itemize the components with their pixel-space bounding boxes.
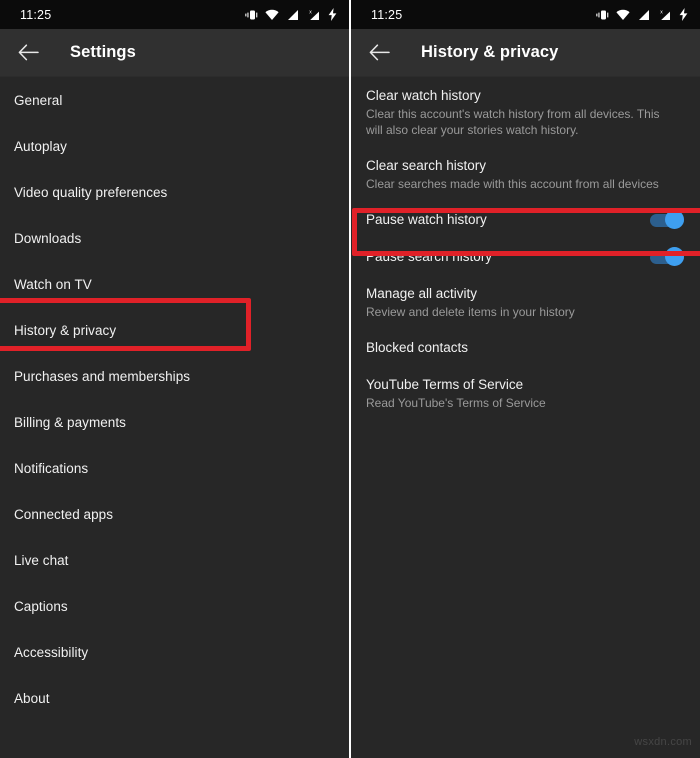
pref-text-block: Clear watch history Clear this account's …	[366, 86, 666, 138]
pref-row-pause-search-history[interactable]: Pause search history	[351, 238, 700, 275]
pref-text-block: Blocked contacts	[366, 338, 468, 357]
settings-nav-list: General Autoplay Video quality preferences…	[0, 77, 349, 721]
back-arrow-icon[interactable]	[16, 41, 40, 65]
pref-text-block: Clear search history Clear searches made …	[366, 156, 659, 192]
pref-text-block: Pause search history	[366, 247, 492, 266]
wifi-icon	[265, 9, 279, 21]
pref-title: Blocked contacts	[366, 340, 469, 355]
battery-charging-icon	[328, 8, 337, 21]
sidebar-item-autoplay[interactable]: Autoplay	[0, 123, 349, 169]
screenshot-pair: 11:25 x Settings General Autoplay Video …	[0, 0, 700, 758]
pref-text-block: YouTube Terms of Service Read YouTube's T…	[366, 375, 546, 411]
sidebar-item-live-chat[interactable]: Live chat	[0, 537, 349, 583]
pref-subtitle: Read YouTube's Terms of Service	[366, 396, 546, 410]
sidebar-item-history-privacy[interactable]: History & privacy	[0, 307, 349, 353]
status-icon-group: x	[245, 8, 337, 21]
svg-text:x: x	[309, 9, 312, 15]
signal-no-sim-icon: x	[657, 9, 672, 21]
signal-no-sim-icon: x	[306, 9, 321, 21]
sidebar-item-label: Accessibility	[14, 644, 89, 660]
sidebar-item-video-quality-preferences[interactable]: Video quality preferences	[0, 169, 349, 215]
history-privacy-list: Clear watch history Clear this account's …	[351, 77, 700, 420]
status-bar-left: 11:25 x	[0, 0, 349, 29]
wifi-icon	[616, 9, 630, 21]
sidebar-item-watch-on-tv[interactable]: Watch on TV	[0, 261, 349, 307]
pref-title: Pause watch history	[366, 212, 487, 227]
sidebar-item-about[interactable]: About	[0, 675, 349, 721]
pref-subtitle: Clear searches made with this account fr…	[366, 177, 659, 191]
pref-title: YouTube Terms of Service	[366, 377, 524, 392]
svg-text:x: x	[660, 9, 663, 15]
toggle-switch[interactable]	[650, 246, 684, 266]
sidebar-item-label: Purchases and memberships	[14, 368, 191, 384]
signal-icon	[286, 9, 299, 21]
watermark: wsxdn.com	[634, 736, 692, 748]
sidebar-item-label: History & privacy	[14, 322, 117, 338]
pref-row-youtube-terms-of-service[interactable]: YouTube Terms of Service Read YouTube's T…	[351, 366, 700, 420]
sidebar-item-captions[interactable]: Captions	[0, 583, 349, 629]
pref-title: Manage all activity	[366, 286, 478, 301]
pref-row-manage-all-activity[interactable]: Manage all activity Review and delete ite…	[351, 275, 700, 329]
page-title: Settings	[70, 43, 136, 61]
vibrate-icon	[596, 9, 609, 21]
sidebar-item-downloads[interactable]: Downloads	[0, 215, 349, 261]
pref-text-block: Manage all activity Review and delete ite…	[366, 284, 575, 320]
pref-row-pause-watch-history[interactable]: Pause watch history	[351, 201, 700, 238]
pref-title: Pause search history	[366, 249, 493, 264]
sidebar-item-label: Autoplay	[14, 138, 67, 154]
sidebar-item-general[interactable]: General	[0, 77, 349, 123]
sidebar-item-label: About	[14, 690, 50, 706]
sidebar-item-connected-apps[interactable]: Connected apps	[0, 491, 349, 537]
pref-subtitle: Review and delete items in your history	[366, 305, 575, 319]
toggle-thumb	[665, 209, 684, 229]
sidebar-item-purchases-and-memberships[interactable]: Purchases and memberships	[0, 353, 349, 399]
status-time: 11:25	[20, 7, 52, 22]
toggle-switch[interactable]	[650, 209, 684, 229]
pref-subtitle: Clear this account's watch history from …	[366, 107, 660, 137]
pref-row-clear-watch-history[interactable]: Clear watch history Clear this account's …	[351, 77, 700, 147]
status-bar-right: 11:25 x	[351, 0, 700, 29]
left-phone-screen: 11:25 x Settings General Autoplay Video …	[0, 0, 349, 758]
pref-row-clear-search-history[interactable]: Clear search history Clear searches made …	[351, 147, 700, 201]
toggle-thumb	[665, 246, 684, 266]
sidebar-item-label: Video quality preferences	[14, 184, 168, 200]
app-bar-left: Settings	[0, 29, 349, 77]
page-title: History & privacy	[421, 43, 559, 61]
app-bar-right: History & privacy	[351, 29, 700, 77]
sidebar-item-label: Notifications	[14, 460, 89, 476]
pref-title: Clear search history	[366, 158, 487, 173]
sidebar-item-label: Connected apps	[14, 506, 114, 522]
sidebar-item-label: Live chat	[14, 552, 69, 568]
pref-row-blocked-contacts[interactable]: Blocked contacts	[351, 329, 700, 366]
sidebar-item-notifications[interactable]: Notifications	[0, 445, 349, 491]
sidebar-item-label: General	[14, 92, 63, 108]
pref-text-block: Pause watch history	[366, 210, 487, 229]
pref-title: Clear watch history	[366, 88, 481, 103]
sidebar-item-label: Billing & payments	[14, 414, 126, 430]
sidebar-item-label: Watch on TV	[14, 276, 92, 292]
status-time: 11:25	[371, 7, 403, 22]
sidebar-item-label: Captions	[14, 598, 68, 614]
status-icon-group: x	[596, 8, 688, 21]
sidebar-item-billing-payments[interactable]: Billing & payments	[0, 399, 349, 445]
back-arrow-icon[interactable]	[367, 41, 391, 65]
signal-icon	[637, 9, 650, 21]
right-phone-screen: 11:25 x History & privacy Clear watch hi…	[351, 0, 700, 758]
vibrate-icon	[245, 9, 258, 21]
sidebar-item-label: Downloads	[14, 230, 82, 246]
battery-charging-icon	[679, 8, 688, 21]
sidebar-item-accessibility[interactable]: Accessibility	[0, 629, 349, 675]
